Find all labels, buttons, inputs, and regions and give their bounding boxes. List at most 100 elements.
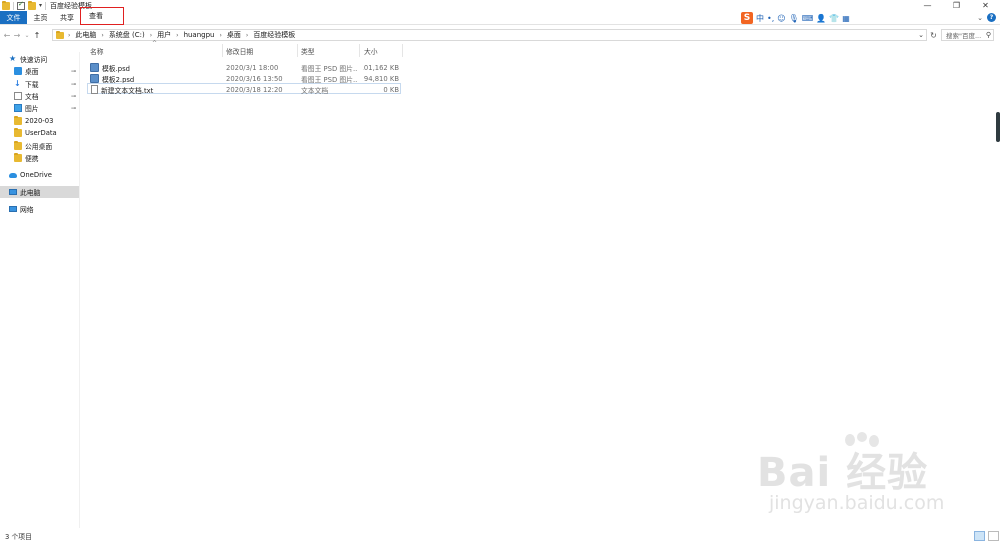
breadcrumb-separator-icon[interactable]: › xyxy=(246,32,248,39)
sidebar-item-desktop[interactable]: 桌面 ⊸ xyxy=(14,65,80,77)
sidebar-item-label: 便携 xyxy=(25,155,39,163)
tab-file[interactable]: 文件 xyxy=(0,11,27,24)
sidebar-item-folder-2020-03[interactable]: 2020-03 xyxy=(14,115,53,127)
file-row[interactable]: 模板.psd 2020/3/1 18:00 看图王 PSD 图片... 101,… xyxy=(87,62,401,73)
tab-view[interactable]: 查看 xyxy=(80,6,124,25)
file-modified: 2020/3/18 12:20 xyxy=(226,85,283,94)
status-bar: 3 个项目 xyxy=(0,530,1000,542)
sidebar-item-documents[interactable]: 文档 ⊸ xyxy=(14,90,80,102)
ime-emoji-icon[interactable]: ☺ xyxy=(777,14,785,23)
details-view-icon[interactable] xyxy=(974,531,985,541)
expand-ribbon-chevron-icon[interactable]: ⌄ xyxy=(977,14,983,22)
breadcrumb-system-drive[interactable]: 系统盘 (C:) xyxy=(109,30,145,40)
cloud-icon xyxy=(9,172,17,178)
folder-icon xyxy=(56,30,64,39)
search-icon[interactable]: ⚲ xyxy=(986,31,991,39)
watermark-url: jingyan.baidu.com xyxy=(769,492,945,514)
breadcrumb-separator-icon[interactable]: › xyxy=(150,32,152,39)
recent-locations-chevron-icon[interactable]: ⌄ xyxy=(22,32,32,39)
minimize-button[interactable]: — xyxy=(913,0,942,11)
search-placeholder: 搜索"百度... xyxy=(946,32,982,40)
psd-file-icon xyxy=(90,63,99,72)
close-button[interactable]: ✕ xyxy=(971,0,1000,11)
file-size: 0 KB xyxy=(383,85,399,94)
column-header-modified[interactable]: 修改日期 xyxy=(226,44,296,57)
sidebar-item-label: 图片 xyxy=(25,105,39,113)
sidebar-item-folder-userdata[interactable]: UserData xyxy=(14,127,57,139)
sogou-logo-icon[interactable]: S xyxy=(741,12,753,24)
column-divider[interactable] xyxy=(297,44,298,57)
breadcrumb-this-pc[interactable]: 此电脑 xyxy=(75,30,96,40)
tab-home[interactable]: 主页 xyxy=(27,11,54,24)
back-button[interactable]: ← xyxy=(2,31,12,40)
column-header-size[interactable]: 大小 xyxy=(364,44,402,57)
pin-icon[interactable]: ⊸ xyxy=(71,93,76,100)
sidebar-item-network[interactable]: 网络 xyxy=(9,203,34,215)
pictures-icon xyxy=(14,104,22,112)
file-row[interactable]: 新建文本文档.txt 2020/3/18 12:20 文本文档 0 KB xyxy=(87,83,401,95)
column-divider[interactable] xyxy=(359,44,360,57)
ribbon-tabs: 文件 主页 共享 查看 xyxy=(0,6,1000,25)
pin-icon[interactable]: ⊸ xyxy=(71,68,76,75)
sidebar-item-folder-public-desktop[interactable]: 公用桌面 xyxy=(14,140,52,152)
help-icon[interactable]: ? xyxy=(987,13,996,22)
ime-skin-icon[interactable]: 👕 xyxy=(829,14,839,23)
column-divider[interactable] xyxy=(402,44,403,57)
ime-chinese-mode[interactable]: 中 xyxy=(756,13,764,24)
ime-toolbox-icon[interactable]: ▦ xyxy=(842,14,850,23)
sidebar-item-label: 快速访问 xyxy=(20,56,48,64)
new-folder-icon[interactable] xyxy=(28,0,36,10)
folder-icon xyxy=(14,128,22,137)
sidebar-item-onedrive[interactable]: OneDrive xyxy=(9,169,52,181)
watermark-brand: Bai 经验 xyxy=(757,450,929,496)
pin-icon[interactable]: ⊸ xyxy=(71,105,76,112)
sidebar-item-label: 2020-03 xyxy=(25,117,54,125)
scroll-handle[interactable] xyxy=(996,112,1000,142)
address-dropdown-chevron-icon[interactable]: ⌄ xyxy=(918,31,924,39)
breadcrumb-separator-icon[interactable]: › xyxy=(68,32,70,39)
ime-toolbar: S 中 •, ☺ 🎙 ⌨ 👤 👕 ▦ xyxy=(741,12,850,24)
psd-file-icon xyxy=(90,74,99,83)
restore-button[interactable]: ❐ xyxy=(942,0,971,11)
refresh-button[interactable]: ↻ xyxy=(928,29,939,41)
column-divider[interactable] xyxy=(222,44,223,57)
sidebar-item-downloads[interactable]: ↓ 下载 ⊸ xyxy=(14,78,80,90)
file-name: 模板.psd xyxy=(102,64,130,73)
properties-icon[interactable] xyxy=(17,0,25,10)
sidebar-item-quick-access[interactable]: ★ 快速访问 xyxy=(9,53,47,65)
breadcrumb-current-folder[interactable]: 百度经验模板 xyxy=(253,30,295,40)
network-icon xyxy=(9,206,17,212)
column-header-type[interactable]: 类型 xyxy=(301,44,357,57)
forward-button[interactable]: → xyxy=(12,31,22,40)
baidu-watermark: Bai 经验 jingyan.baidu.com xyxy=(757,440,957,525)
ime-punctuation[interactable]: •, xyxy=(767,14,774,23)
ime-voice-icon[interactable]: 🎙 xyxy=(789,14,799,23)
column-header-name[interactable]: 名称 xyxy=(90,44,220,57)
breadcrumb-separator-icon[interactable]: › xyxy=(220,32,222,39)
tab-share[interactable]: 共享 xyxy=(54,11,80,24)
file-modified: 2020/3/1 18:00 xyxy=(226,63,279,72)
up-button[interactable]: ↑ xyxy=(32,31,42,40)
folder-icon xyxy=(14,141,22,150)
customize-toolbar-chevron-icon[interactable]: ▾ xyxy=(39,2,42,9)
folder-icon xyxy=(14,153,22,162)
ime-keyboard-icon[interactable]: ⌨ xyxy=(802,14,814,23)
file-name: 模板2.psd xyxy=(102,75,135,84)
folder-icon xyxy=(2,0,10,10)
sidebar-item-folder-portable[interactable]: 便携 xyxy=(14,152,39,164)
sidebar-item-pictures[interactable]: 图片 ⊸ xyxy=(14,102,80,114)
large-icons-view-icon[interactable] xyxy=(988,531,999,541)
breadcrumb-separator-icon[interactable]: › xyxy=(101,32,103,39)
address-bar[interactable]: › 此电脑 › 系统盘 (C:) › 用户 › huangpu › 桌面 › 百… xyxy=(52,29,927,41)
breadcrumb-user[interactable]: huangpu xyxy=(184,31,215,39)
desktop-icon xyxy=(14,67,22,75)
sidebar-item-label: 公用桌面 xyxy=(25,143,53,151)
sidebar-item-this-pc[interactable]: 此电脑 xyxy=(0,186,79,198)
search-input[interactable]: 搜索"百度... ⚲ xyxy=(941,29,994,41)
breadcrumb-users[interactable]: 用户 xyxy=(157,30,171,40)
item-count: 3 个项目 xyxy=(5,533,32,541)
pin-icon[interactable]: ⊸ xyxy=(71,81,76,88)
ime-user-icon[interactable]: 👤 xyxy=(816,14,826,23)
breadcrumb-separator-icon[interactable]: › xyxy=(176,32,178,39)
breadcrumb-desktop[interactable]: 桌面 xyxy=(227,30,241,40)
